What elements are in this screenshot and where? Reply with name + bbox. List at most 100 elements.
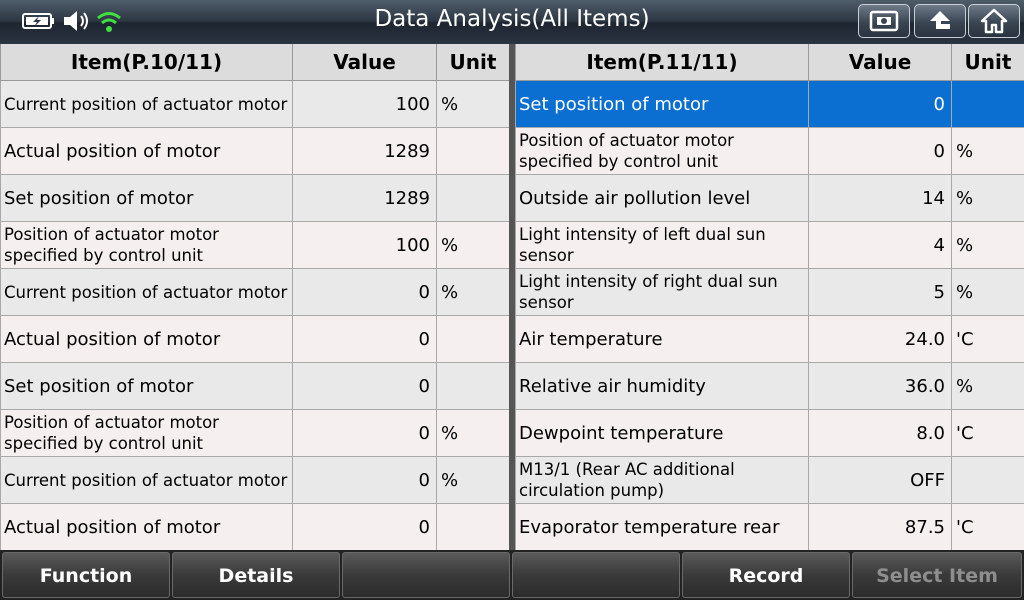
- item-cell: Light intensity of left dual sun sensor: [515, 221, 809, 269]
- item-cell: Relative air humidity: [515, 362, 809, 410]
- table-row[interactable]: Outside air pollution level 14%: [515, 174, 1024, 222]
- value-cell: 0: [292, 362, 437, 410]
- value-cell: 0: [292, 315, 437, 363]
- unit-cell: %: [436, 221, 510, 269]
- unit-cell: 'C: [951, 315, 1024, 363]
- right-data-table: Item(P.11/11) Value Unit Set position of…: [515, 44, 1024, 551]
- function-button[interactable]: Function: [2, 552, 170, 598]
- unit-cell: %: [436, 80, 510, 128]
- table-row[interactable]: Actual position of motor 0: [0, 315, 510, 363]
- table-row[interactable]: Set position of motor 0: [0, 362, 510, 410]
- home-button[interactable]: [968, 4, 1020, 38]
- empty-button-3[interactable]: [342, 552, 510, 598]
- back-icon: [930, 11, 950, 29]
- value-cell: 0: [292, 409, 437, 457]
- unit-cell: [436, 503, 510, 551]
- item-cell: Evaporator temperature rear: [515, 503, 809, 551]
- item-cell: Outside air pollution level: [515, 174, 809, 222]
- empty-button-4[interactable]: [512, 552, 680, 598]
- table-row[interactable]: Position of actuator motor specified by …: [0, 409, 510, 457]
- value-cell: 5: [808, 268, 952, 316]
- left-data-table: Item(P.10/11) Value Unit Current positio…: [0, 44, 510, 551]
- unit-cell: %: [436, 268, 510, 316]
- item-cell: Actual position of motor: [0, 315, 293, 363]
- item-column-header: Item(P.10/11): [0, 44, 293, 81]
- item-cell: Current position of actuator motor: [0, 80, 293, 128]
- item-cell: Current position of actuator motor: [0, 268, 293, 316]
- value-cell: 0: [808, 80, 952, 128]
- unit-column-header: Unit: [951, 44, 1024, 81]
- value-cell: 100: [292, 80, 437, 128]
- value-cell: 0: [292, 456, 437, 504]
- table-row[interactable]: Air temperature 24.0 'C: [515, 315, 1024, 363]
- unit-cell: %: [951, 362, 1024, 410]
- back-button[interactable]: [914, 4, 966, 38]
- select-item-button[interactable]: Select Item: [852, 552, 1022, 598]
- value-column-header: Value: [808, 44, 952, 81]
- table-row[interactable]: Current position of actuator motor 0%: [0, 456, 510, 504]
- unit-cell: %: [436, 456, 510, 504]
- unit-cell: [436, 174, 510, 222]
- unit-cell: [436, 127, 510, 175]
- title-bar: Data Analysis(All Items): [0, 0, 1024, 44]
- screenshot-icon: [869, 10, 899, 32]
- screenshot-button[interactable]: [858, 4, 910, 38]
- unit-cell: %: [951, 127, 1024, 175]
- item-cell: Position of actuator motor specified by …: [515, 127, 809, 175]
- item-cell: Light intensity of right dual sun sensor: [515, 268, 809, 316]
- unit-column-header: Unit: [436, 44, 510, 81]
- value-cell: 36.0: [808, 362, 952, 410]
- value-cell: OFF: [808, 456, 952, 504]
- unit-cell: %: [436, 409, 510, 457]
- table-row[interactable]: Actual position of motor 0: [0, 503, 510, 551]
- unit-cell: %: [951, 174, 1024, 222]
- unit-cell: %: [951, 268, 1024, 316]
- record-button[interactable]: Record: [682, 552, 850, 598]
- value-cell: 8.0: [808, 409, 952, 457]
- value-cell: 4: [808, 221, 952, 269]
- item-cell: Current position of actuator motor: [0, 456, 293, 504]
- item-cell: M13/1 (Rear AC additional circulation pu…: [515, 456, 809, 504]
- value-cell: 14: [808, 174, 952, 222]
- table-row-selected[interactable]: Set position of motor 0: [515, 80, 1024, 128]
- unit-cell: 'C: [951, 409, 1024, 457]
- unit-cell: [436, 362, 510, 410]
- value-cell: 1289: [292, 127, 437, 175]
- table-row[interactable]: Dewpoint temperature 8.0 'C: [515, 409, 1024, 457]
- table-row[interactable]: Position of actuator motor specified by …: [515, 127, 1024, 175]
- table-row[interactable]: M13/1 (Rear AC additional circulation pu…: [515, 456, 1024, 504]
- unit-cell: 'C: [951, 503, 1024, 551]
- table-row[interactable]: Light intensity of right dual sun sensor…: [515, 268, 1024, 316]
- table-row[interactable]: Position of actuator motor specified by …: [0, 221, 510, 269]
- item-cell: Position of actuator motor specified by …: [0, 221, 293, 269]
- table-row[interactable]: Light intensity of left dual sun sensor 4…: [515, 221, 1024, 269]
- value-cell: 24.0: [808, 315, 952, 363]
- details-button[interactable]: Details: [172, 552, 340, 598]
- value-cell: 100: [292, 221, 437, 269]
- item-cell: Set position of motor: [515, 80, 809, 128]
- item-cell: Air temperature: [515, 315, 809, 363]
- value-cell: 0: [292, 503, 437, 551]
- table-row[interactable]: Current position of actuator motor 0%: [0, 268, 510, 316]
- item-column-header: Item(P.11/11): [515, 44, 809, 81]
- home-icon: [980, 8, 1008, 34]
- left-data-panel: Item(P.10/11) Value Unit Current positio…: [0, 44, 510, 551]
- unit-cell: [951, 80, 1024, 128]
- table-row[interactable]: Evaporator temperature rear 87.5 'C: [515, 503, 1024, 551]
- table-row[interactable]: Current position of actuator motor 100%: [0, 80, 510, 128]
- item-cell: Set position of motor: [0, 174, 293, 222]
- unit-cell: [436, 315, 510, 363]
- item-cell: Position of actuator motor specified by …: [0, 409, 293, 457]
- unit-cell: %: [951, 221, 1024, 269]
- table-row[interactable]: Set position of motor 1289: [0, 174, 510, 222]
- item-cell: Actual position of motor: [0, 127, 293, 175]
- table-row[interactable]: Actual position of motor 1289: [0, 127, 510, 175]
- value-cell: 1289: [292, 174, 437, 222]
- item-cell: Actual position of motor: [0, 503, 293, 551]
- right-data-panel: Item(P.11/11) Value Unit Set position of…: [515, 44, 1024, 551]
- value-cell: 0: [808, 127, 952, 175]
- unit-cell: [951, 456, 1024, 504]
- item-cell: Dewpoint temperature: [515, 409, 809, 457]
- table-row[interactable]: Relative air humidity 36.0%: [515, 362, 1024, 410]
- item-cell: Set position of motor: [0, 362, 293, 410]
